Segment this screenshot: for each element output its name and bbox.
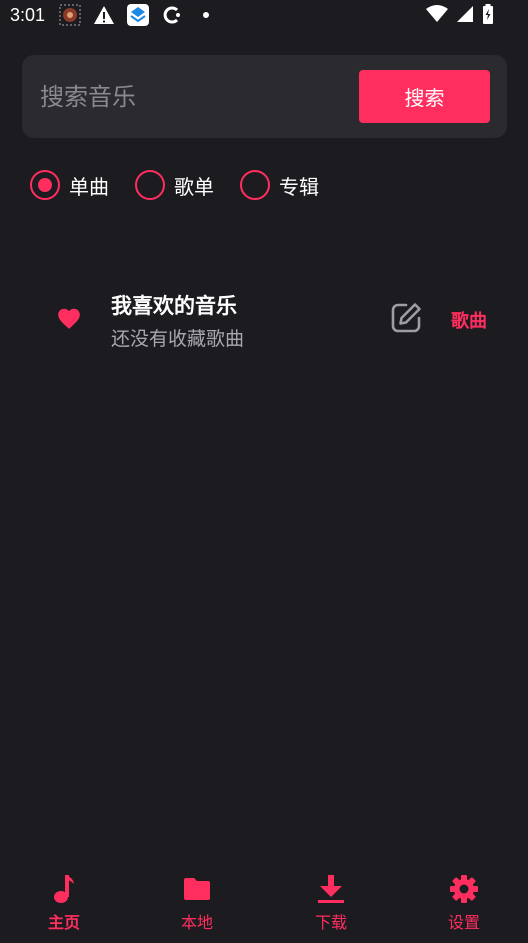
playlist-subtitle: 还没有收藏歌曲	[111, 328, 245, 350]
radio-label: 专辑	[279, 174, 319, 199]
radio-option-playlist[interactable]: 歌单	[135, 170, 214, 200]
radio-unchecked-icon[interactable]	[240, 170, 270, 200]
folder-icon	[182, 874, 212, 904]
more-notifications-dot-icon	[195, 4, 217, 26]
battery-charging-icon	[482, 4, 494, 28]
nav-item-local[interactable]: 本地	[157, 874, 237, 938]
notification-icons	[59, 4, 217, 26]
edit-icon[interactable]	[389, 301, 423, 335]
system-status-icons	[426, 4, 494, 28]
radio-label: 歌单	[174, 174, 214, 199]
radio-unchecked-icon[interactable]	[135, 170, 165, 200]
download-icon	[316, 874, 346, 904]
status-time: 3:01	[10, 4, 46, 25]
search-type-radio-group: 单曲 歌单 专辑	[30, 170, 345, 200]
nav-item-download[interactable]: 下载	[291, 874, 371, 938]
bottom-navigation: 主页 本地 下载 设置	[0, 866, 528, 943]
wifi-icon	[426, 5, 448, 27]
nav-item-settings[interactable]: 设置	[424, 874, 504, 938]
app-notification-icon	[59, 4, 81, 26]
signal-icon	[456, 5, 474, 27]
playlist-type-label: 歌曲	[451, 311, 487, 332]
music-note-icon	[49, 874, 79, 904]
radio-option-single[interactable]: 单曲	[30, 170, 109, 200]
playlist-item-favorites[interactable]: 我喜欢的音乐 还没有收藏歌曲 歌曲	[0, 280, 528, 356]
nav-label: 设置	[447, 913, 480, 932]
radio-label: 单曲	[69, 174, 109, 199]
radio-checked-icon[interactable]	[30, 170, 60, 200]
status-bar: 3:01	[0, 0, 528, 30]
nav-label: 下载	[314, 913, 347, 932]
nav-label: 本地	[180, 913, 213, 932]
c-app-icon	[161, 4, 183, 26]
radio-option-album[interactable]: 专辑	[240, 170, 319, 200]
search-input[interactable]	[40, 75, 340, 119]
warning-icon	[93, 4, 115, 26]
gear-icon	[449, 874, 479, 904]
nav-item-home[interactable]: 主页	[24, 874, 104, 938]
heart-icon	[56, 306, 82, 330]
search-button[interactable]: 搜索	[359, 70, 490, 123]
layers-app-icon	[127, 4, 150, 26]
nav-label: 主页	[47, 913, 80, 932]
search-bar: 搜索	[22, 55, 507, 138]
playlist-title: 我喜欢的音乐	[111, 294, 237, 318]
